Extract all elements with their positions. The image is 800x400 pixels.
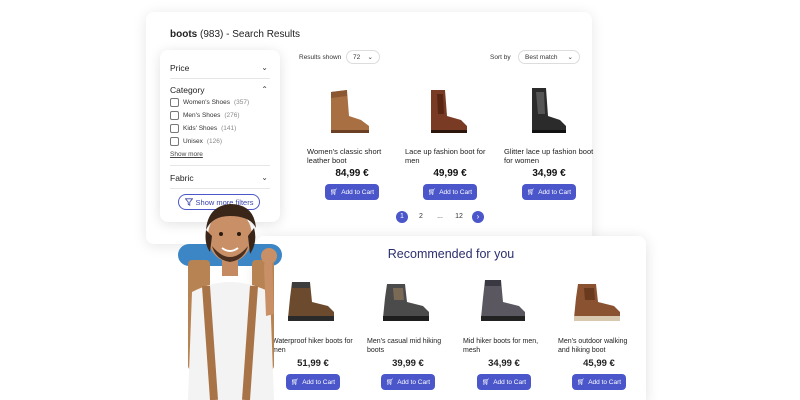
chevron-up-icon: ⌃: [261, 85, 268, 94]
boot-image: [481, 280, 525, 321]
product-name[interactable]: Mid hiker boots for men, mesh: [463, 337, 545, 355]
category-label: Unisex: [183, 138, 203, 145]
checkbox[interactable]: [170, 111, 179, 120]
results-shown-value: 72: [353, 53, 361, 61]
boot-image: [574, 284, 620, 321]
product-name[interactable]: Glitter lace up fashion boot for women: [504, 147, 594, 165]
search-query: boots: [170, 29, 198, 40]
add-to-cart-button[interactable]: 🛒︎ Add to Cart: [325, 184, 379, 200]
add-to-cart-button[interactable]: 🛒︎ Add to Cart: [522, 184, 576, 200]
recommended-product[interactable]: Men's outdoor walking and hiking boot 45…: [558, 278, 640, 390]
divider: [170, 188, 270, 189]
filter-price[interactable]: Price ⌄: [170, 63, 270, 73]
product-card[interactable]: Women's classic short leather boot 84,99…: [307, 86, 397, 200]
add-to-cart-label: Add to Cart: [493, 378, 527, 386]
category-count: (276): [224, 112, 240, 119]
product-card[interactable]: Lace up fashion boot for men 49,99 € 🛒︎ …: [405, 86, 495, 200]
sort-select[interactable]: Best match ⌄: [518, 50, 580, 64]
category-checkbox[interactable]: Unisex (126): [170, 137, 222, 146]
add-to-cart-label: Add to Cart: [538, 188, 572, 196]
page: boots (983) - Search Results Results sho…: [0, 0, 800, 400]
hiker-person-image: [178, 204, 282, 400]
chevron-down-icon: ⌄: [367, 54, 373, 61]
checkbox[interactable]: [170, 124, 179, 133]
category-label: Kids' Shoes: [183, 125, 218, 132]
category-count: (141): [221, 125, 237, 132]
add-to-cart-button[interactable]: 🛒︎ Add to Cart: [572, 374, 626, 390]
boot-image: [431, 90, 467, 133]
boot-image: [383, 284, 429, 321]
cart-icon: 🛒︎: [385, 379, 395, 386]
add-to-cart-label: Add to Cart: [588, 378, 622, 386]
product-card[interactable]: Glitter lace up fashion boot for women 3…: [504, 86, 594, 200]
add-to-cart-label: Add to Cart: [397, 378, 431, 386]
recommended-product[interactable]: Men's casual mid hiking boots 39,99 € 🛒︎…: [367, 278, 449, 390]
category-label: Women's Shoes: [183, 99, 231, 106]
cart-icon: 🛒︎: [526, 189, 536, 196]
filter-fabric[interactable]: Fabric ⌄: [170, 173, 270, 183]
product-name[interactable]: Men's casual mid hiking boots: [367, 337, 449, 355]
filter-category[interactable]: Category ⌃: [170, 85, 270, 95]
divider: [170, 78, 270, 79]
category-checkbox[interactable]: Kids' Shoes (141): [170, 124, 236, 133]
cart-icon: 🛒︎: [481, 379, 491, 386]
show-more-link[interactable]: Show more: [170, 151, 203, 158]
cart-icon: 🛒︎: [576, 379, 586, 386]
product-price: 34,99 €: [532, 168, 566, 179]
page-2-button[interactable]: 2: [415, 211, 427, 223]
add-to-cart-button[interactable]: 🛒︎ Add to Cart: [477, 374, 531, 390]
boot-image: [331, 90, 369, 133]
results-shown-select[interactable]: 72 ⌄: [346, 50, 380, 64]
filter-category-label: Category: [170, 85, 205, 95]
product-price: 39,99 €: [392, 358, 424, 369]
add-to-cart-button[interactable]: 🛒︎ Add to Cart: [286, 374, 340, 390]
product-price: 84,99 €: [335, 168, 369, 179]
checkbox[interactable]: [170, 98, 179, 107]
sort-value: Best match: [525, 53, 558, 61]
pagination-ellipsis: ...: [437, 213, 443, 220]
chevron-down-icon: ⌄: [261, 63, 268, 72]
add-to-cart-label: Add to Cart: [341, 188, 375, 196]
category-count: (357): [234, 99, 250, 106]
recommended-title: Recommended for you: [387, 247, 515, 261]
product-name[interactable]: Men's outdoor walking and hiking boot: [558, 337, 640, 355]
divider: [170, 165, 270, 166]
category-checkbox[interactable]: Women's Shoes (357): [170, 98, 249, 107]
arrow-right-icon[interactable]: ›: [472, 211, 484, 223]
product-price: 49,99 €: [433, 168, 467, 179]
page-1-button[interactable]: 1: [396, 211, 408, 223]
category-label: Men's Shoes: [183, 112, 221, 119]
filter-price-label: Price: [170, 63, 190, 73]
chevron-down-icon: ⌄: [261, 173, 268, 182]
boot-image: [532, 88, 566, 133]
chevron-down-icon: ⌄: [567, 54, 573, 61]
results-shown-label: Results shown: [299, 54, 342, 61]
cart-icon: 🛒︎: [290, 379, 300, 386]
category-count: (126): [206, 138, 223, 145]
add-to-cart-label: Add to Cart: [302, 378, 336, 386]
add-to-cart-button[interactable]: 🛒︎ Add to Cart: [423, 184, 477, 200]
cart-icon: 🛒︎: [329, 189, 339, 196]
sort-label: Sort by: [490, 54, 511, 61]
category-checkbox[interactable]: Men's Shoes (276): [170, 111, 240, 120]
filter-fabric-label: Fabric: [170, 173, 194, 183]
cart-icon: 🛒︎: [427, 189, 437, 196]
product-price: 34,99 €: [488, 358, 520, 369]
checkbox[interactable]: [170, 137, 179, 146]
page-12-button[interactable]: 12: [453, 211, 465, 223]
result-count: (983): [200, 29, 224, 40]
product-price: 45,99 €: [583, 358, 615, 369]
recommended-product[interactable]: Mid hiker boots for men, mesh 34,99 € 🛒︎…: [463, 278, 545, 390]
product-name[interactable]: Lace up fashion boot for men: [405, 147, 495, 165]
recommended-card: Recommended for you Waterproof hiker boo…: [256, 236, 646, 400]
results-heading-suffix: - Search Results: [226, 29, 301, 40]
product-name[interactable]: Women's classic short leather boot: [307, 147, 397, 165]
add-to-cart-button[interactable]: 🛒︎ Add to Cart: [381, 374, 435, 390]
add-to-cart-label: Add to Cart: [439, 188, 473, 196]
results-heading: boots (983) - Search Results: [170, 29, 300, 40]
